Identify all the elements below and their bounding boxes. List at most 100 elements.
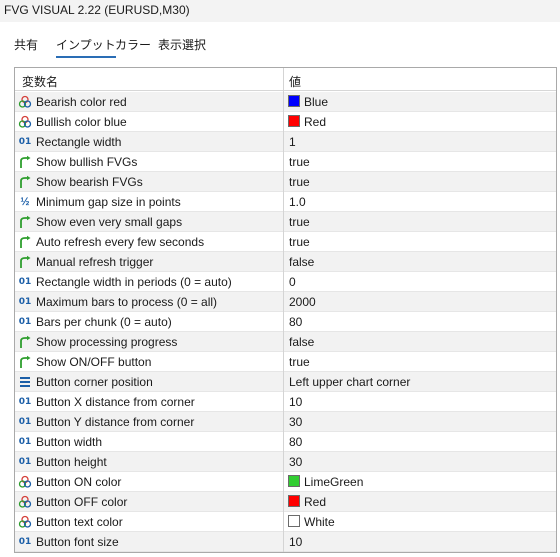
parameter-name: Rectangle width bbox=[36, 135, 122, 149]
color-swatch[interactable] bbox=[288, 475, 300, 487]
table-row[interactable]: 01 Button Y distance from corner 30 bbox=[15, 412, 556, 432]
parameter-value[interactable]: White bbox=[304, 515, 335, 529]
parameter-name: Bearish color red bbox=[36, 95, 127, 109]
parameter-value[interactable]: Red bbox=[304, 115, 326, 129]
table-row[interactable]: Button OFF color Red bbox=[15, 492, 556, 512]
table-row[interactable]: ½ Minimum gap size in points 1.0 bbox=[15, 192, 556, 212]
bool-arrow-icon bbox=[18, 355, 32, 369]
parameter-name: Button font size bbox=[36, 535, 119, 549]
parameter-value[interactable]: Blue bbox=[304, 95, 328, 109]
table-row[interactable]: 01 Button height 30 bbox=[15, 452, 556, 472]
tab-inputs[interactable]: インプット bbox=[56, 36, 116, 58]
parameter-value[interactable]: 10 bbox=[289, 535, 302, 549]
integer-icon: 01 bbox=[18, 277, 32, 287]
table-row[interactable]: Button corner position Left upper chart c… bbox=[15, 372, 556, 392]
integer-icon: 01 bbox=[18, 437, 32, 447]
parameter-value[interactable]: 80 bbox=[289, 315, 302, 329]
parameter-value[interactable]: 0 bbox=[289, 275, 296, 289]
column-header-value[interactable]: 値 bbox=[289, 73, 301, 90]
color-icon bbox=[18, 475, 32, 489]
parameter-value[interactable]: 30 bbox=[289, 415, 302, 429]
parameter-name: Button Y distance from corner bbox=[36, 415, 195, 429]
parameter-value[interactable]: LimeGreen bbox=[304, 475, 363, 489]
table-row[interactable]: Bearish color red Blue bbox=[15, 92, 556, 112]
window-title: FVG VISUAL 2.22 (EURUSD,M30) bbox=[4, 3, 190, 17]
parameter-name: Show processing progress bbox=[36, 335, 178, 349]
parameter-value[interactable]: 80 bbox=[289, 435, 302, 449]
table-header: 変数名 値 bbox=[15, 68, 556, 91]
color-swatch[interactable] bbox=[288, 95, 300, 107]
parameter-value[interactable]: 2000 bbox=[289, 295, 316, 309]
parameter-value[interactable]: true bbox=[289, 175, 310, 189]
table-row[interactable]: Show even very small gaps true bbox=[15, 212, 556, 232]
parameter-name: Button height bbox=[36, 455, 107, 469]
bool-arrow-icon bbox=[18, 215, 32, 229]
tab-common[interactable]: 共有 bbox=[14, 36, 38, 56]
parameter-value[interactable]: true bbox=[289, 215, 310, 229]
table-row[interactable]: Show ON/OFF button true bbox=[15, 352, 556, 372]
parameter-value[interactable]: 1.0 bbox=[289, 195, 306, 209]
integer-icon: 01 bbox=[18, 317, 32, 327]
color-icon bbox=[18, 115, 32, 129]
table-row[interactable]: 01 Rectangle width in periods (0 = auto) 0 bbox=[15, 272, 556, 292]
parameter-name: Button width bbox=[36, 435, 103, 449]
color-icon bbox=[18, 515, 32, 529]
table-row[interactable]: Manual refresh trigger false bbox=[15, 252, 556, 272]
table-row[interactable]: Show bearish FVGs true bbox=[15, 172, 556, 192]
tab-colors[interactable]: カラー bbox=[115, 36, 151, 56]
table-row[interactable]: Show processing progress false bbox=[15, 332, 556, 352]
parameter-value[interactable]: true bbox=[289, 155, 310, 169]
parameter-value[interactable]: 30 bbox=[289, 455, 302, 469]
parameter-name: Button X distance from corner bbox=[36, 395, 195, 409]
parameter-value[interactable]: Red bbox=[304, 495, 326, 509]
parameter-name: Bars per chunk (0 = auto) bbox=[36, 315, 172, 329]
parameter-name: Manual refresh trigger bbox=[36, 255, 154, 269]
integer-icon: 01 bbox=[18, 137, 32, 147]
parameter-name: Button text color bbox=[36, 515, 123, 529]
bool-arrow-icon bbox=[18, 335, 32, 349]
color-swatch[interactable] bbox=[288, 495, 300, 507]
table-row[interactable]: 01 Button font size 10 bbox=[15, 532, 556, 552]
parameter-name: Show bearish FVGs bbox=[36, 175, 143, 189]
double-icon: ½ bbox=[20, 196, 30, 208]
table-row[interactable]: 01 Maximum bars to process (0 = all) 2000 bbox=[15, 292, 556, 312]
parameter-value[interactable]: true bbox=[289, 355, 310, 369]
parameter-value[interactable]: false bbox=[289, 335, 314, 349]
table-row[interactable]: 01 Rectangle width 1 bbox=[15, 132, 556, 152]
parameter-name: Button OFF color bbox=[36, 495, 128, 509]
parameter-value[interactable]: true bbox=[289, 235, 310, 249]
parameter-value[interactable]: Left upper chart corner bbox=[289, 375, 410, 389]
column-header-name[interactable]: 変数名 bbox=[22, 73, 58, 90]
table-body: Bearish color red Blue Bullish color blue R… bbox=[15, 92, 556, 552]
parameter-name: Minimum gap size in points bbox=[36, 195, 181, 209]
integer-icon: 01 bbox=[18, 397, 32, 407]
integer-icon: 01 bbox=[18, 537, 32, 547]
integer-icon: 01 bbox=[18, 297, 32, 307]
parameter-value[interactable]: false bbox=[289, 255, 314, 269]
table-row[interactable]: 01 Button X distance from corner 10 bbox=[15, 392, 556, 412]
table-row[interactable]: Button ON color LimeGreen bbox=[15, 472, 556, 492]
parameter-name: Rectangle width in periods (0 = auto) bbox=[36, 275, 232, 289]
parameter-value[interactable]: 10 bbox=[289, 395, 302, 409]
parameter-name: Bullish color blue bbox=[36, 115, 127, 129]
table-row[interactable]: Show bullish FVGs true bbox=[15, 152, 556, 172]
color-icon bbox=[18, 95, 32, 109]
table-row[interactable]: Auto refresh every few seconds true bbox=[15, 232, 556, 252]
color-swatch[interactable] bbox=[288, 515, 300, 527]
parameter-name: Button corner position bbox=[36, 375, 153, 389]
integer-icon: 01 bbox=[18, 457, 32, 467]
tab-visualization[interactable]: 表示選択 bbox=[158, 36, 206, 56]
table-row[interactable]: Button text color White bbox=[15, 512, 556, 532]
bool-arrow-icon bbox=[18, 255, 32, 269]
parameter-value[interactable]: 1 bbox=[289, 135, 296, 149]
parameter-name: Button ON color bbox=[36, 475, 122, 489]
table-row[interactable]: 01 Bars per chunk (0 = auto) 80 bbox=[15, 312, 556, 332]
column-divider bbox=[283, 68, 284, 552]
color-swatch[interactable] bbox=[288, 115, 300, 127]
tab-bar: 共有 インプット カラー 表示選択 bbox=[0, 30, 560, 58]
table-row[interactable]: Bullish color blue Red bbox=[15, 112, 556, 132]
parameter-name: Show ON/OFF button bbox=[36, 355, 152, 369]
enum-icon bbox=[18, 375, 32, 389]
inputs-table: 変数名 値 Bearish color red Blue Bullish color… bbox=[14, 67, 557, 553]
table-row[interactable]: 01 Button width 80 bbox=[15, 432, 556, 452]
